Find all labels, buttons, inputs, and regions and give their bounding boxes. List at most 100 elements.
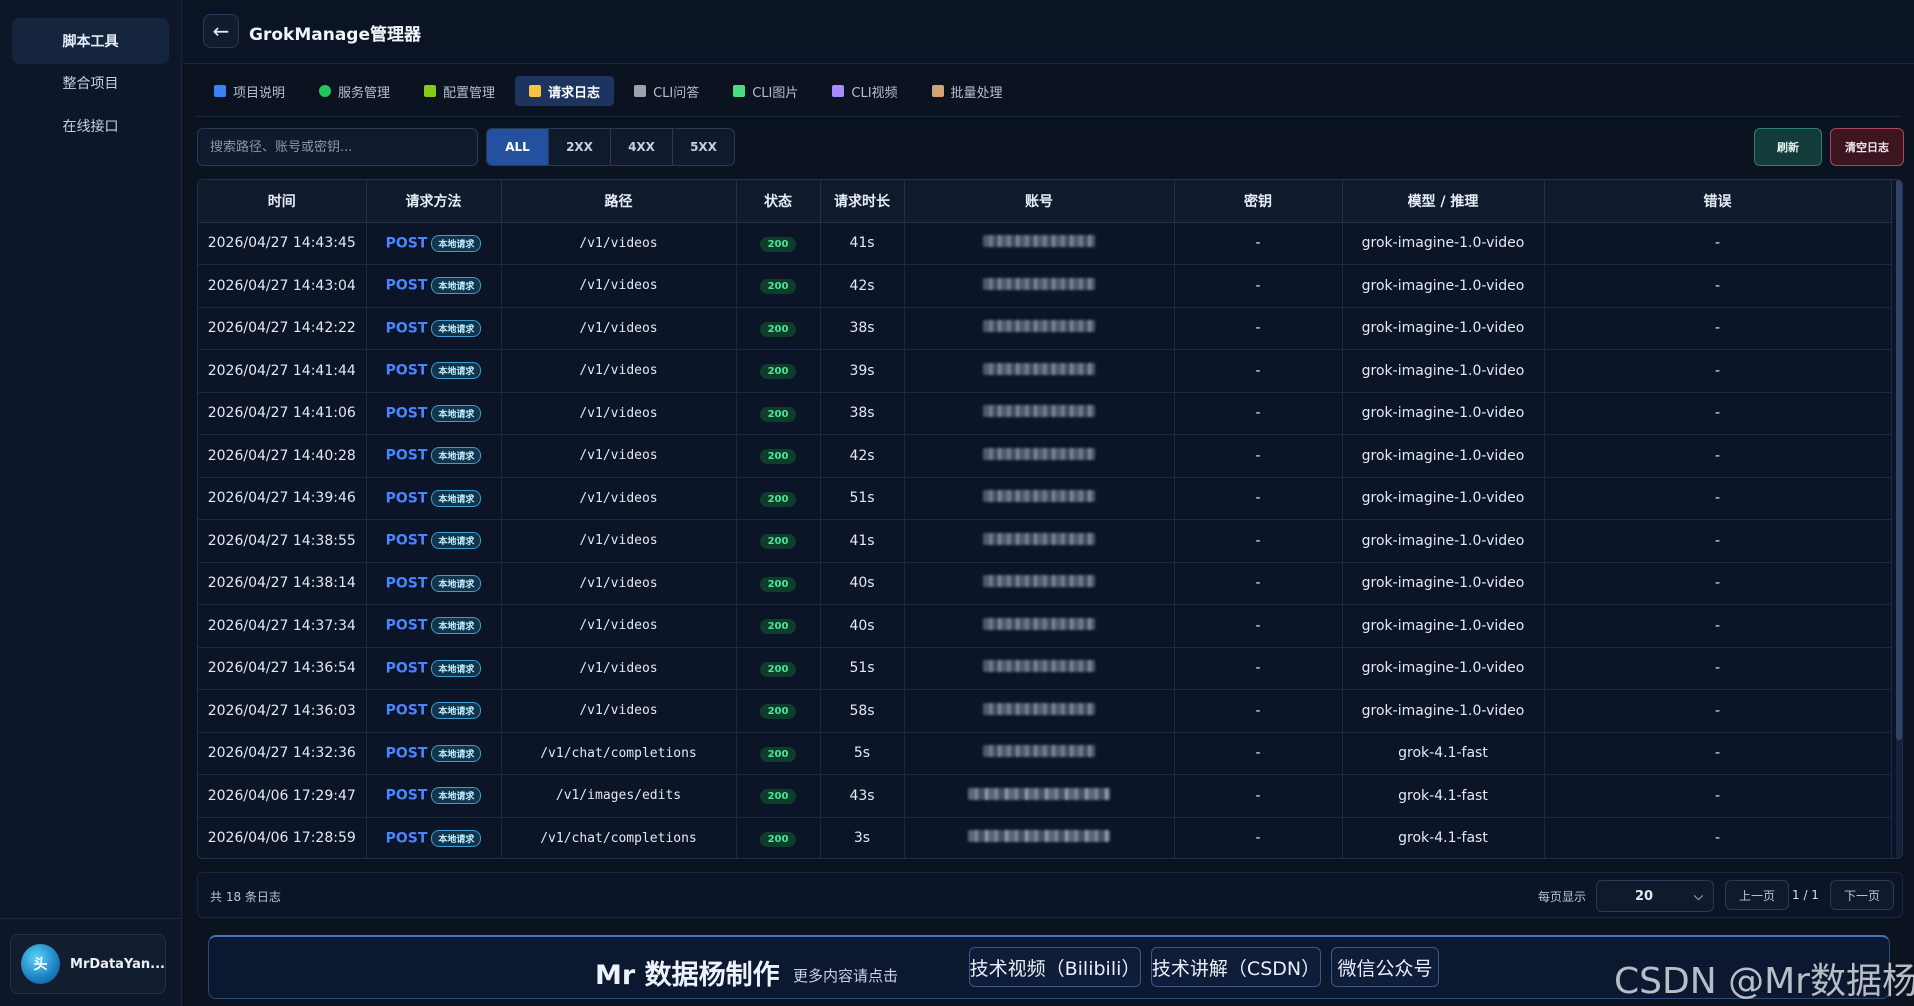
table-scrollbar[interactable]: [1896, 180, 1902, 858]
wechat-link-button[interactable]: 微信公众号: [1331, 947, 1439, 987]
table-row[interactable]: 2026/04/27 14:38:14 POST 本地请求/v1/videos 200…: [198, 562, 1892, 605]
cell-path: /v1/chat/completions: [501, 732, 737, 775]
cell-method: POST 本地请求: [366, 392, 502, 435]
arrow-left-icon: ←: [212, 19, 230, 43]
cell-key: -: [1174, 307, 1343, 350]
search-input[interactable]: [197, 128, 478, 166]
table-row[interactable]: 2026/04/27 14:36:03 POST 本地请求/v1/videos 200…: [198, 689, 1892, 733]
column-header[interactable]: 路径: [501, 180, 737, 223]
csdn-link-button[interactable]: 技术讲解（CSDN）: [1151, 947, 1321, 987]
cell-time: 2026/04/27 14:38:55: [198, 519, 367, 563]
tab-2[interactable]: 配置管理: [410, 76, 509, 106]
table-row[interactable]: 2026/04/27 14:39:46 POST 本地请求/v1/videos 200…: [198, 477, 1892, 520]
cell-error: -: [1544, 774, 1892, 818]
cell-model: grok-imagine-1.0-video: [1342, 264, 1545, 308]
column-header[interactable]: 模型 / 推理: [1342, 180, 1545, 223]
cell-duration: 40s: [820, 604, 905, 648]
per-page-select[interactable]: 20 ⌵: [1596, 880, 1714, 912]
status-badge: 200: [759, 704, 797, 720]
next-page-button[interactable]: 下一页: [1830, 880, 1894, 910]
cell-status: 200: [736, 264, 821, 308]
page-info: 1 / 1: [1792, 888, 1819, 902]
gear-icon: [424, 85, 437, 97]
cell-method: POST 本地请求: [366, 264, 502, 308]
package-icon: [931, 85, 944, 97]
tab-5[interactable]: CLI图片: [719, 76, 812, 106]
table-row[interactable]: 2026/04/06 17:28:59 POST 本地请求/v1/chat/comp…: [198, 817, 1892, 858]
cell-account: [904, 477, 1175, 520]
table-row[interactable]: 2026/04/27 14:40:28 POST 本地请求/v1/videos 200…: [198, 434, 1892, 478]
cell-key: -: [1174, 434, 1343, 478]
method-label: POST: [385, 235, 428, 252]
refresh-button[interactable]: 刷新: [1754, 128, 1822, 166]
cell-method: POST 本地请求: [366, 604, 502, 648]
status-filter-2xx[interactable]: 2XX: [549, 129, 611, 165]
local-request-badge: 本地请求: [431, 319, 482, 337]
sidebar-item-online-api[interactable]: 在线接口: [12, 103, 169, 149]
table-row[interactable]: 2026/04/27 14:41:06 POST 本地请求/v1/videos 200…: [198, 392, 1892, 435]
scroll-thumb[interactable]: [1896, 180, 1902, 740]
user-name: MrDataYan...: [70, 956, 165, 972]
status-filter-4xx[interactable]: 4XX: [611, 129, 673, 165]
local-request-badge: 本地请求: [431, 744, 482, 762]
cell-key: -: [1174, 732, 1343, 775]
cell-time: 2026/04/06 17:28:59: [198, 817, 367, 858]
column-header[interactable]: 错误: [1544, 180, 1892, 223]
user-card[interactable]: 头 MrDataYan...: [10, 934, 166, 994]
table-row[interactable]: 2026/04/27 14:43:45 POST 本地请求/v1/videos 200…: [198, 222, 1892, 265]
tab-bar: 项目说明 服务管理 配置管理 请求日志 CLI问答 CLI图片 CLI视频 批量处理: [200, 76, 1017, 106]
cell-error: -: [1544, 647, 1892, 690]
tab-4[interactable]: CLI问答: [620, 76, 713, 106]
cell-method: POST 本地请求: [366, 647, 502, 690]
table-row[interactable]: 2026/04/27 14:41:44 POST 本地请求/v1/videos 200…: [198, 349, 1892, 393]
table-row[interactable]: 2026/04/27 14:37:34 POST 本地请求/v1/videos 200…: [198, 604, 1892, 648]
tab-1[interactable]: 服务管理: [305, 76, 404, 106]
column-header[interactable]: 状态: [736, 180, 821, 223]
prev-page-button[interactable]: 上一页: [1725, 880, 1789, 910]
method-label: POST: [385, 575, 428, 592]
cell-model: grok-4.1-fast: [1342, 732, 1545, 775]
cell-duration: 51s: [820, 477, 905, 520]
status-badge: 200: [759, 236, 797, 252]
cell-status: 200: [736, 817, 821, 858]
blurred-account: [983, 320, 1095, 333]
column-header[interactable]: 时间: [198, 180, 367, 223]
bilibili-link-button[interactable]: 技术视频（Bilibili）: [969, 947, 1141, 987]
cell-duration: 5s: [820, 732, 905, 775]
table-row[interactable]: 2026/04/27 14:36:54 POST 本地请求/v1/videos 200…: [198, 647, 1892, 690]
chevron-down-icon: ⌵: [1693, 889, 1703, 903]
sidebar-item-script-tools[interactable]: 脚本工具: [12, 18, 169, 64]
cell-error: -: [1544, 732, 1892, 775]
column-header[interactable]: 账号: [904, 180, 1175, 223]
cell-status: 200: [736, 392, 821, 435]
cell-path: /v1/videos: [501, 307, 737, 350]
table-row[interactable]: 2026/04/27 14:38:55 POST 本地请求/v1/videos 200…: [198, 519, 1892, 563]
cell-error: -: [1544, 604, 1892, 648]
cell-method: POST 本地请求: [366, 689, 502, 733]
header: ← GrokManage管理器: [183, 0, 1914, 64]
clear-logs-button[interactable]: 清空日志: [1830, 128, 1904, 166]
avatar: 头: [21, 944, 61, 984]
table-row[interactable]: 2026/04/27 14:43:04 POST 本地请求/v1/videos 200…: [198, 264, 1892, 308]
cell-method: POST 本地请求: [366, 774, 502, 818]
cell-error: -: [1544, 689, 1892, 733]
column-header[interactable]: 请求方法: [366, 180, 502, 223]
table-row[interactable]: 2026/04/27 14:42:22 POST 本地请求/v1/videos 200…: [198, 307, 1892, 350]
tab-0[interactable]: 项目说明: [200, 76, 299, 106]
status-filter-all[interactable]: ALL: [487, 129, 549, 165]
cell-error: -: [1544, 222, 1892, 265]
tab-6[interactable]: CLI视频: [818, 76, 911, 106]
status-badge: 200: [759, 619, 797, 635]
column-header[interactable]: 请求时长: [820, 180, 905, 223]
local-request-badge: 本地请求: [431, 617, 482, 635]
tab-7[interactable]: 批量处理: [918, 76, 1017, 106]
sidebar-item-integrated-projects[interactable]: 整合项目: [12, 60, 169, 106]
tab-3[interactable]: 请求日志: [515, 76, 615, 106]
status-filter-5xx[interactable]: 5XX: [673, 129, 734, 165]
table-row[interactable]: 2026/04/27 14:32:36 POST 本地请求/v1/chat/comp…: [198, 732, 1892, 775]
back-button[interactable]: ←: [203, 14, 239, 48]
per-page-value: 20: [1635, 888, 1654, 904]
cell-key: -: [1174, 264, 1343, 308]
column-header[interactable]: 密钥: [1174, 180, 1343, 223]
table-row[interactable]: 2026/04/06 17:29:47 POST 本地请求/v1/images/ed…: [198, 774, 1892, 818]
